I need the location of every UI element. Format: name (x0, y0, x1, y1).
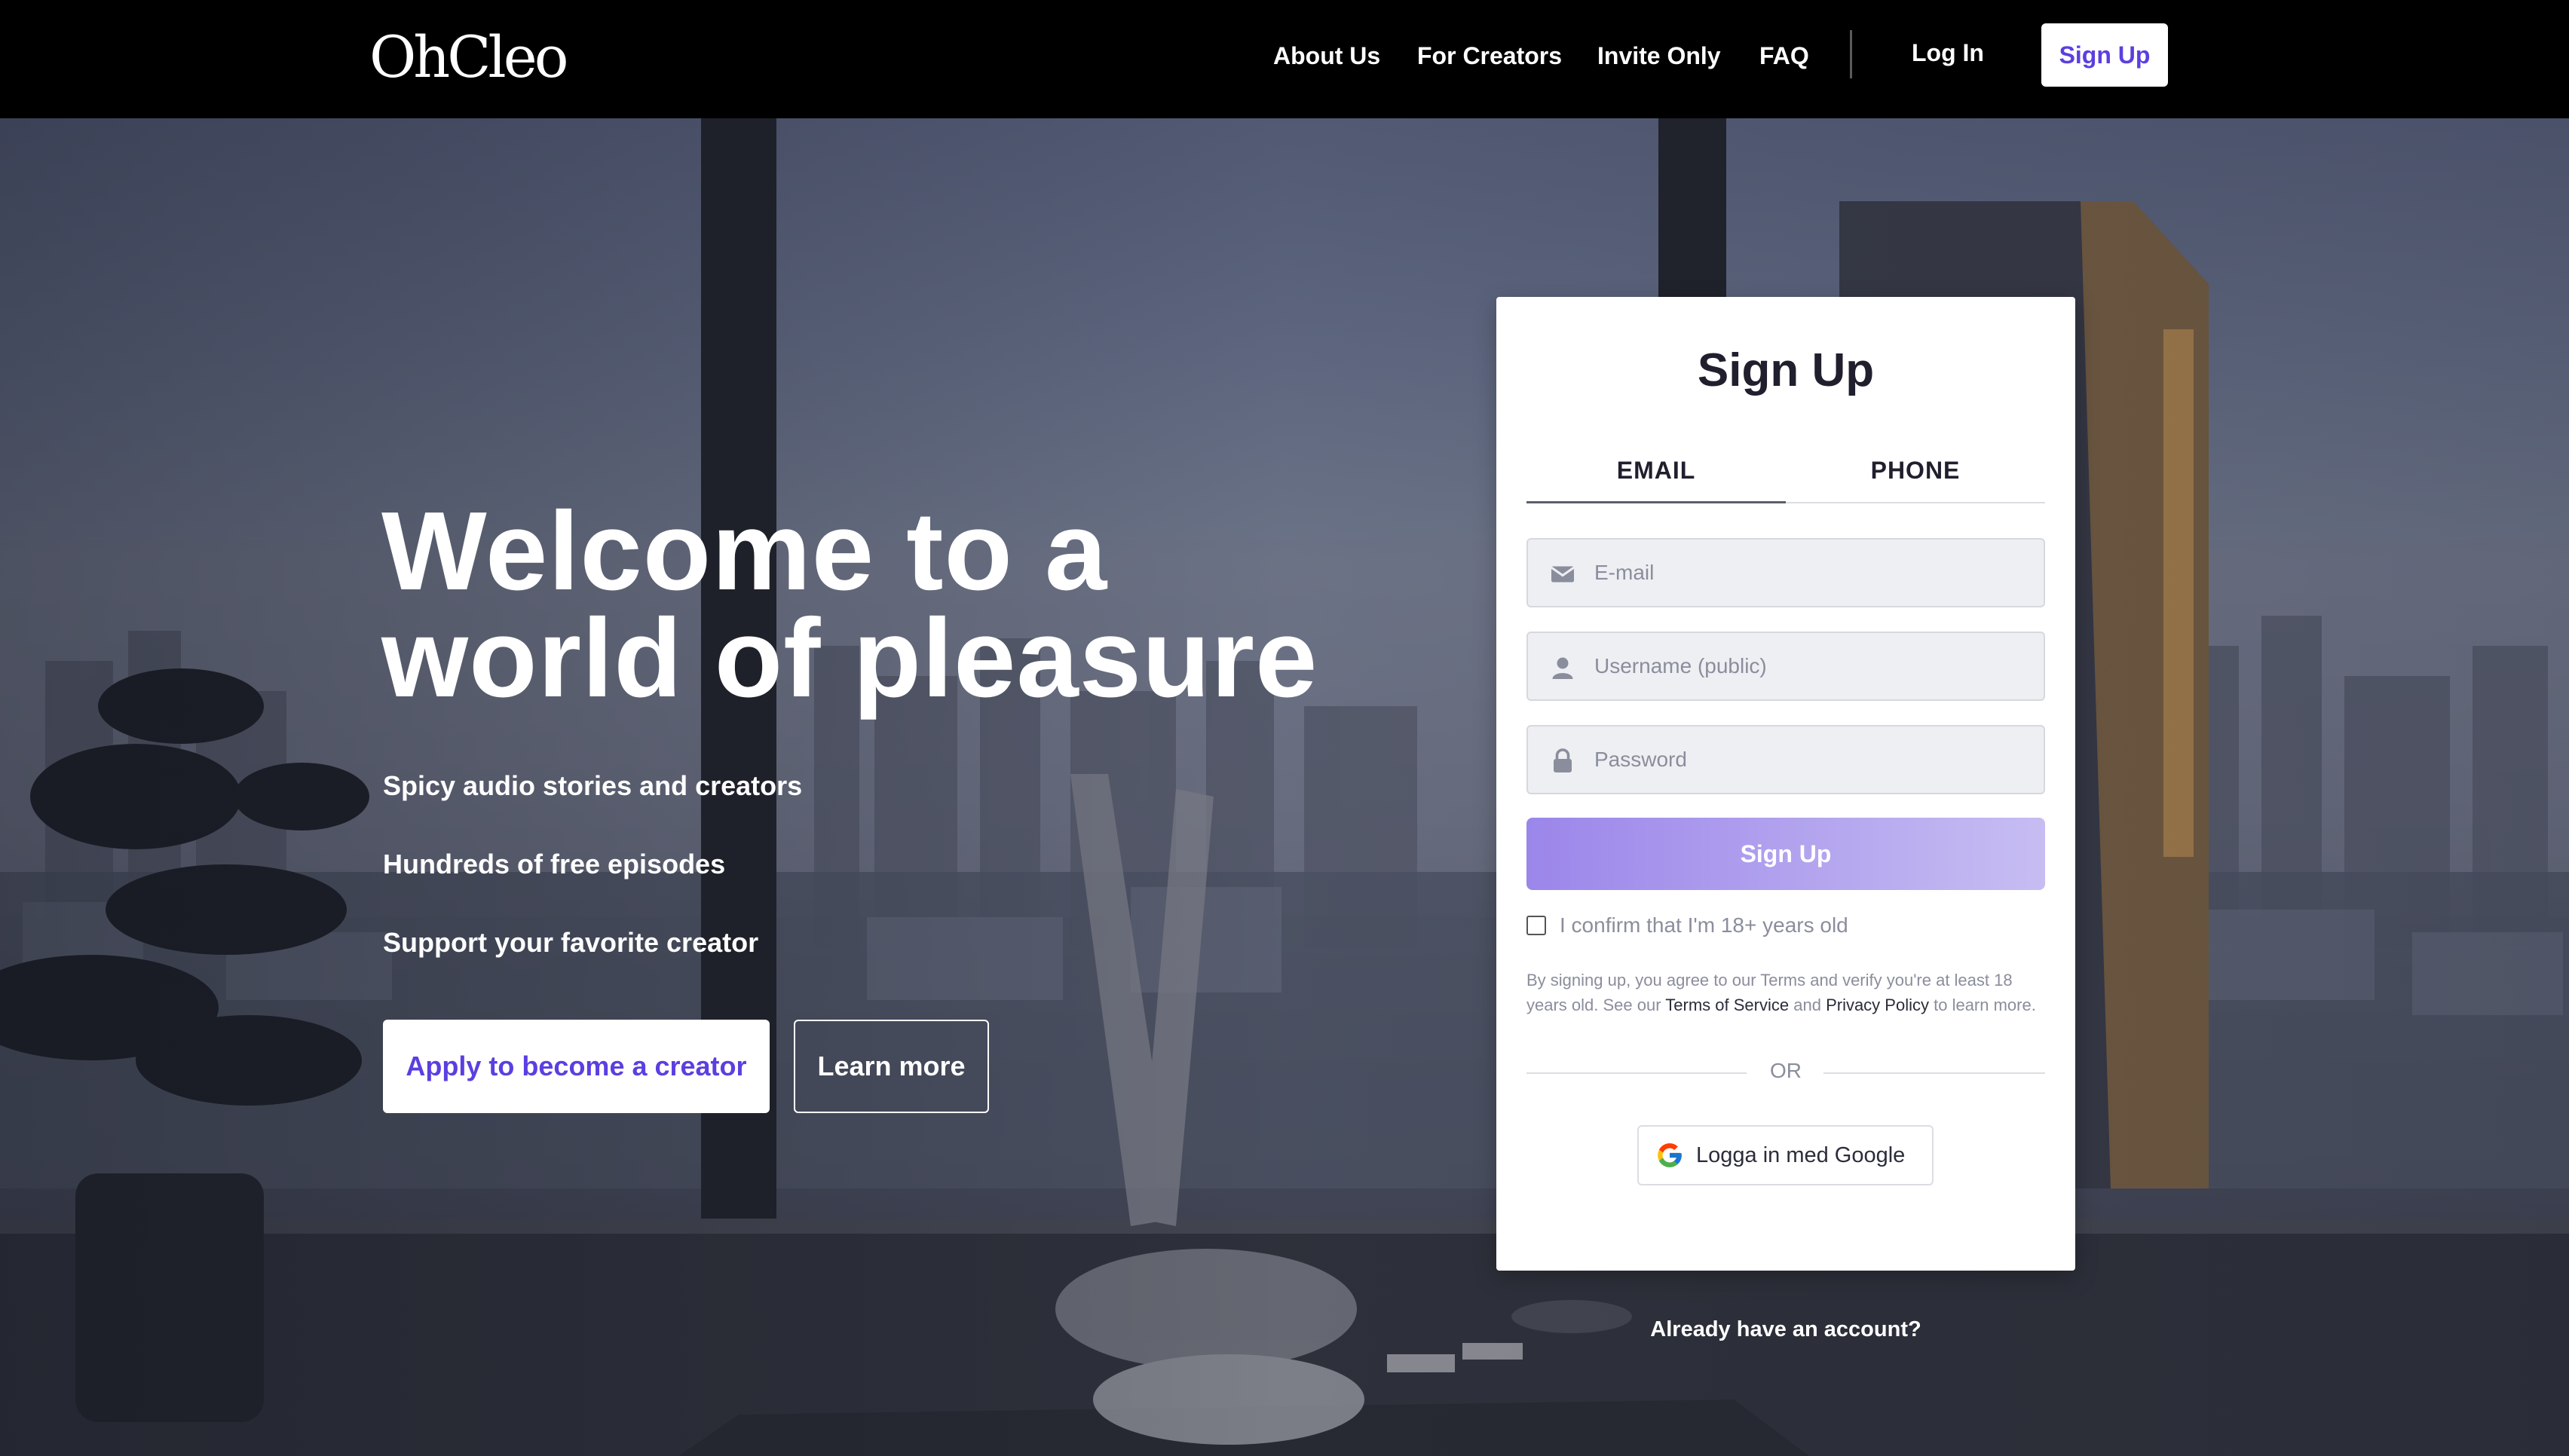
username-placeholder: Username (public) (1594, 654, 1767, 678)
envelope-icon (1551, 566, 1575, 583)
tab-email[interactable]: EMAIL (1526, 437, 1786, 503)
age-confirm-checkbox[interactable] (1526, 916, 1546, 935)
signup-title: Sign Up (1697, 344, 1875, 396)
login-link[interactable]: Log In (1912, 32, 1984, 74)
password-placeholder: Password (1594, 748, 1687, 771)
username-field[interactable]: Username (public) (1526, 632, 2045, 701)
or-label: OR (1770, 1059, 1802, 1082)
hero-headline-line1: Welcome to a (381, 489, 1108, 613)
age-confirm-label: I confirm that I'm 18+ years old (1560, 913, 1848, 937)
legal-and: and (1793, 996, 1821, 1014)
signup-submit-button[interactable]: Sign Up (1526, 818, 2045, 890)
nav-link-invite-only[interactable]: Invite Only (1597, 35, 1721, 77)
already-have-account-link[interactable]: Already have an account? (1496, 1317, 2075, 1342)
signup-card: Sign Up EMAIL PHONE E-mail Username (pub… (1496, 297, 2075, 1271)
page: OhCleo About Us For Creators Invite Only… (0, 0, 2569, 1456)
apply-creator-button[interactable]: Apply to become a creator (383, 1020, 770, 1113)
nav-link-faq[interactable]: FAQ (1759, 35, 1809, 77)
user-icon (1552, 657, 1573, 679)
google-login-label: Logga in med Google (1696, 1142, 1906, 1167)
feature-item: Support your favorite creator (383, 927, 759, 958)
learn-more-button[interactable]: Learn more (794, 1020, 989, 1113)
tab-phone[interactable]: PHONE (1786, 437, 2045, 503)
terms-of-service-link[interactable]: Terms of Service (1665, 996, 1789, 1014)
nav-link-about-us[interactable]: About Us (1273, 35, 1380, 77)
nav-link-for-creators[interactable]: For Creators (1417, 35, 1562, 77)
age-confirm-row: I confirm that I'm 18+ years old (1526, 913, 1848, 938)
logo[interactable]: OhCleo (369, 20, 568, 95)
legal-suffix: to learn more. (1934, 996, 2036, 1014)
legal-text: By signing up, you agree to our Terms an… (1526, 968, 2047, 1017)
nav-divider (1850, 30, 1852, 78)
hero-headline-line2: world of pleasure (381, 596, 1318, 720)
email-field[interactable]: E-mail (1526, 538, 2045, 607)
password-field[interactable]: Password (1526, 725, 2045, 794)
email-placeholder: E-mail (1594, 561, 1655, 584)
hero-headline: Welcome to a world of pleasure (381, 496, 1361, 714)
privacy-policy-link[interactable]: Privacy Policy (1826, 996, 1929, 1014)
google-login-button[interactable]: Logga in med Google (1637, 1125, 1934, 1185)
feature-item: Spicy audio stories and creators (383, 770, 803, 801)
nav-signup-button[interactable]: Sign Up (2041, 23, 2168, 87)
lock-icon (1554, 748, 1572, 772)
google-icon (1658, 1143, 1682, 1167)
feature-item: Hundreds of free episodes (383, 849, 726, 879)
top-nav: OhCleo About Us For Creators Invite Only… (0, 0, 2569, 118)
